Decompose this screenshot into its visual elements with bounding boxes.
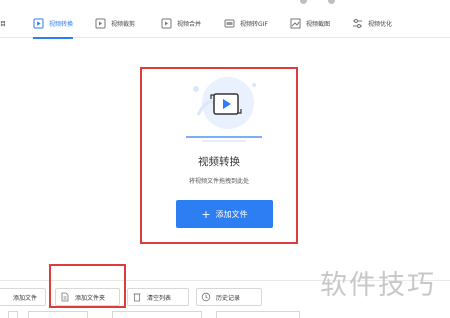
tab-label: 视频优化 — [368, 20, 393, 28]
video-convert-illustration — [186, 77, 262, 142]
bottom-button-label: 历史记录 — [216, 294, 241, 302]
top-window-strip — [0, 0, 450, 5]
bottom-control[interactable] — [28, 311, 88, 318]
tab-label: 视频转GIF — [240, 20, 268, 28]
add-file-button[interactable]: + 添加文件 — [176, 200, 273, 228]
video-gif-icon — [224, 19, 235, 27]
bottom-control[interactable] — [216, 311, 300, 318]
add-file-bottom-button[interactable]: 添加文件 — [0, 288, 46, 306]
bottom-controls-row — [0, 311, 450, 318]
bottom-control[interactable] — [112, 311, 202, 318]
add-file-button-label: 添加文件 — [215, 209, 248, 219]
tab-video-screenshot[interactable]: 视频截图 — [290, 8, 330, 38]
bottom-button-label: 添加文件 — [12, 294, 37, 302]
tab-video-gif[interactable]: 视频转GIF — [224, 8, 268, 38]
plus-icon: + — [201, 207, 211, 221]
tab-partial-left[interactable]: 目 — [0, 8, 6, 38]
tab-video-crop[interactable]: 视频裁剪 — [95, 8, 135, 38]
add-file-icon — [0, 292, 8, 302]
video-screenshot-icon — [290, 18, 301, 28]
highlight-box-add-folder — [49, 264, 126, 308]
function-tabs-bar: 目 视频转换 视频裁剪 视频合并 视频转GIF 视频截图 视频优化 — [0, 8, 450, 39]
file-drop-zone[interactable]: 视频转换 将视频文件拖拽到此处 + 添加文件 — [140, 67, 298, 244]
window-control-dot[interactable] — [328, 0, 335, 4]
tab-video-optimize[interactable]: 视频优化 — [352, 8, 392, 38]
history-button[interactable]: 历史记录 — [196, 288, 262, 306]
drop-zone-title: 视频转换 — [198, 156, 240, 168]
tab-video-convert[interactable]: 视频转换 — [33, 8, 74, 39]
tab-label: 视频转换 — [49, 20, 74, 28]
tab-label: 视频合并 — [177, 20, 202, 28]
tab-video-merge[interactable]: 视频合并 — [161, 8, 201, 38]
tab-partial-label: 目 — [0, 20, 7, 28]
clear-list-icon — [133, 293, 141, 302]
video-merge-icon — [161, 18, 172, 28]
drop-zone-subtitle: 将视频文件拖拽到此处 — [188, 178, 249, 185]
watermark-text: 软件技巧 — [320, 270, 436, 301]
tab-label: 视频截图 — [306, 20, 331, 28]
clear-list-button[interactable]: 清空列表 — [127, 288, 189, 306]
history-icon — [201, 292, 211, 302]
tab-label: 视频裁剪 — [111, 20, 136, 28]
bottom-control[interactable] — [8, 311, 18, 318]
video-convert-icon — [33, 18, 44, 28]
bottom-button-label: 清空列表 — [147, 294, 172, 302]
video-crop-icon — [95, 18, 106, 28]
window-control-dot[interactable] — [300, 0, 307, 4]
video-optimize-icon — [353, 18, 362, 28]
